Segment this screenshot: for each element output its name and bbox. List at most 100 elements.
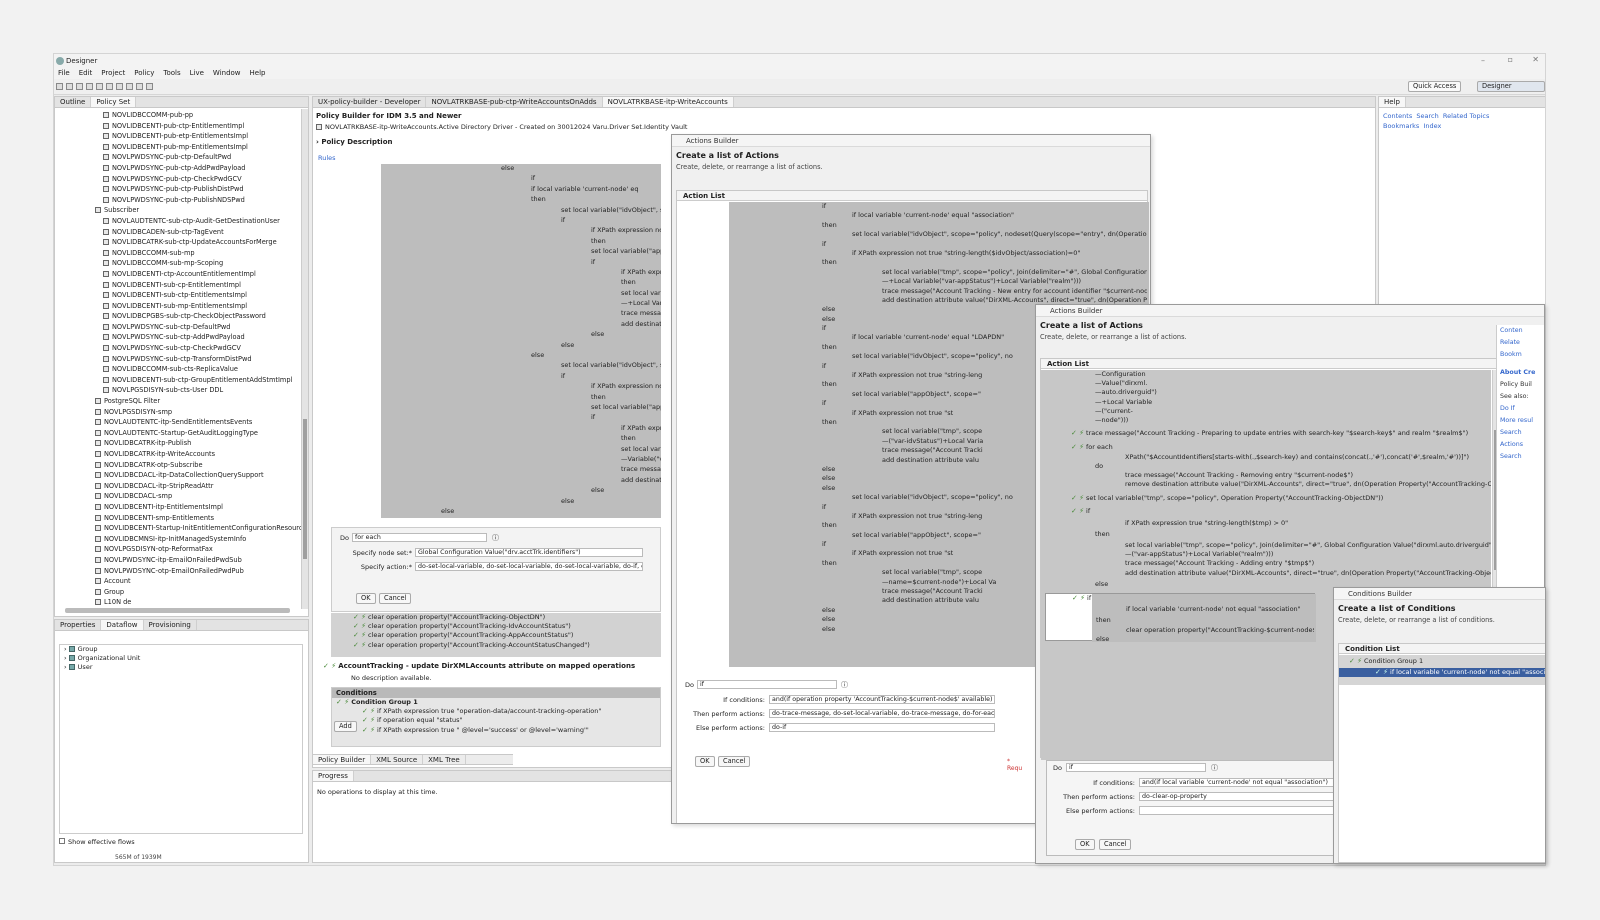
tree-item[interactable]: NOVLPWDSYNC-otp-EmailOnFailedPwdPub: [95, 566, 300, 577]
do-select[interactable]: for each: [352, 533, 487, 542]
action-line[interactable]: if XPath expression not true "string-len…: [677, 249, 1147, 258]
code-line[interactable]: if: [331, 258, 661, 268]
list-item[interactable]: ✓ ⚡ clear operation property("AccountTrac…: [331, 613, 661, 622]
tree-item[interactable]: NOVLIDBCCOMM-sub-mp-Scoping: [95, 258, 300, 269]
menu-live[interactable]: Live: [190, 68, 204, 79]
action-row[interactable]: ✓ ⚡ if: [1041, 507, 1491, 516]
else-actions-field[interactable]: [1139, 806, 1335, 815]
code-line[interactable]: set local variable("idvObject", sco: [331, 206, 661, 216]
condition-group[interactable]: ✓ ⚡ Condition Group 1: [332, 698, 660, 707]
code-line[interactable]: if XPath expres: [331, 268, 661, 278]
menu-project[interactable]: Project: [101, 68, 125, 79]
action-line[interactable]: —+Local Variable("var-appStatus")+Local …: [677, 277, 1147, 286]
tree-item[interactable]: NOVLPGSDISYN-smp: [95, 407, 300, 418]
tab-outline[interactable]: Outline: [55, 97, 92, 107]
tree-item[interactable]: NOVLIDBCENTI-itp-EntitlementsImpl: [95, 502, 300, 513]
do-select[interactable]: if: [697, 680, 837, 689]
ok-button[interactable]: OK: [695, 756, 715, 767]
tree-item[interactable]: NOVLIDBCCOMM-pub-pp: [95, 110, 300, 121]
list-item[interactable]: ✓ ⚡ clear operation property("AccountTrac…: [331, 631, 661, 640]
help-more-link[interactable]: More resul: [1500, 415, 1544, 427]
help-bookmarks-link[interactable]: Bookmarks: [1383, 122, 1419, 130]
tree-item[interactable]: NOVLIDBCENTI-sub-mp-EntitlementsImpl: [95, 301, 300, 312]
tree-item[interactable]: NOVLPWDSYNC-itp-EmailOnFailedPwdSub: [95, 555, 300, 566]
help-index-link[interactable]: Index: [1423, 122, 1441, 130]
tree-item[interactable]: NOVLPGSDISYN-sub-cts-User DDL: [95, 385, 300, 396]
if-conditions-field[interactable]: and(if operation property 'AccountTracki…: [769, 695, 995, 704]
tree-item[interactable]: NOVLIDBCATRK-otp-Subscribe: [95, 460, 300, 471]
help-contents-link[interactable]: Contents: [1383, 112, 1412, 120]
action-line[interactable]: if: [677, 240, 1147, 249]
code-line[interactable]: if: [331, 413, 661, 423]
forward-icon[interactable]: [146, 83, 153, 90]
else-actions-field[interactable]: do-if: [769, 723, 995, 732]
tree-item[interactable]: NOVLPWDSYNC-pub-ctp-PublishDistPwd: [95, 184, 300, 195]
tree-item[interactable]: NOVLPGSDISYN-otp-ReformatFax: [95, 544, 300, 555]
tab-progress[interactable]: Progress: [313, 771, 354, 781]
cancel-button[interactable]: Cancel: [718, 756, 751, 767]
tab-help[interactable]: Help: [1379, 97, 1406, 107]
code-line[interactable]: if: [331, 216, 661, 226]
menu-help[interactable]: Help: [250, 68, 266, 79]
tree-item[interactable]: Subscriber: [95, 205, 300, 216]
code-line[interactable]: else: [331, 351, 661, 361]
tree-item[interactable]: NOVLPWDSYNC-sub-ctp-CheckPwdGCV: [95, 343, 300, 354]
action-row[interactable]: ✓ ⚡ for each: [1041, 443, 1491, 452]
tree-item[interactable]: NOVLIDBCENTI-ctp-AccountEntitlementImpl: [95, 269, 300, 280]
tab-xml-source[interactable]: XML Source: [371, 755, 424, 764]
tree-item[interactable]: NOVLPWDSYNC-pub-ctp-CheckPwdGCV: [95, 174, 300, 185]
tree-item[interactable]: NOVLIDBCENTI-smp-Entitlements: [95, 513, 300, 524]
code-line[interactable]: add destinati: [331, 476, 661, 486]
list-item[interactable]: ✓ ⚡ if XPath expression true "operation-d…: [332, 707, 660, 716]
help-search-link[interactable]: Search: [1416, 112, 1438, 120]
tree-h-scrollbar[interactable]: [65, 608, 290, 613]
action-line[interactable]: if local variable 'current-node' equal "…: [677, 211, 1147, 220]
show-flows-checkbox[interactable]: Show effective flows: [59, 838, 135, 846]
condition-group[interactable]: ✓ ⚡ Condition Group 1: [1339, 657, 1545, 666]
print-icon[interactable]: [86, 83, 93, 90]
tree-item[interactable]: NOVLIDBCENTI-pub-mp-EntitlementsImpl: [95, 142, 300, 153]
save-all-icon[interactable]: [76, 83, 83, 90]
new-icon[interactable]: [56, 83, 63, 90]
action-line[interactable]: trace message("Account Tracking - New en…: [677, 287, 1147, 296]
selected-condition[interactable]: ✓ ⚡ if local variable 'current-node' not …: [1339, 668, 1545, 678]
tree-item[interactable]: NOVLIDBCENTI-sub-cp-EntitlementImpl: [95, 280, 300, 291]
tab-policy-builder[interactable]: Policy Builder: [313, 755, 372, 764]
code-line[interactable]: if: [331, 372, 661, 382]
action-line[interactable]: set local variable("idvObject", scope="p…: [677, 230, 1147, 239]
code-line[interactable]: else: [331, 164, 661, 174]
tree-item[interactable]: Account: [95, 576, 300, 587]
tab-writeaccounts[interactable]: NOVLATRKBASE-itp-WriteAccounts: [602, 97, 734, 107]
tree-item[interactable]: NOVLIDBCDACL-smp: [95, 491, 300, 502]
help-search-actions-link[interactable]: Search Actions: [1500, 427, 1544, 451]
list-item[interactable]: ✓ ⚡ clear operation property("AccountTrac…: [331, 641, 661, 650]
code-line[interactable]: —Variable("va: [331, 455, 661, 465]
tree-item[interactable]: NOVLPWDSYNC-pub-ctp-DefaultPwd: [95, 152, 300, 163]
tree-item[interactable]: PostgreSQL Filter: [95, 396, 300, 407]
redo-icon[interactable]: [116, 83, 123, 90]
tree-item[interactable]: NOVLIDBCATRK-sub-ctp-UpdateAccountsForMe…: [95, 237, 300, 248]
tab-ux-policy[interactable]: UX-policy-builder - Developer: [313, 97, 427, 107]
code-line[interactable]: if XPath expres: [331, 424, 661, 434]
cancel-button[interactable]: Cancel: [1099, 839, 1132, 850]
tab-writeaccountsonadds[interactable]: NOVLATRKBASE-pub-ctp-WriteAccountsOnAdds: [426, 97, 603, 107]
code-line[interactable]: else: [331, 507, 661, 517]
code-line[interactable]: else: [331, 341, 661, 351]
code-line[interactable]: if local variable 'current-node' eq: [331, 185, 661, 195]
help-search-link[interactable]: Search: [1500, 451, 1544, 463]
code-line[interactable]: —+Local Varia: [331, 299, 661, 309]
list-item[interactable]: ✓ ⚡ if XPath expression true " @level='su…: [332, 726, 660, 735]
tree-item[interactable]: NOVLIDBCENTI-Startup-InitEntitlementConf…: [95, 523, 307, 534]
tree-item[interactable]: NOVLAUDTENTC-Startup-GetAuditLoggingType: [95, 428, 300, 439]
help-contents-link[interactable]: Conten: [1500, 325, 1544, 337]
code-line[interactable]: then: [331, 195, 661, 205]
code-line[interactable]: then: [331, 393, 661, 403]
code-line[interactable]: add destinati: [331, 320, 661, 330]
code-line[interactable]: set local variat: [331, 445, 661, 455]
tree-item[interactable]: NOVLIDBCENTI-sub-ctp-EntitlementsImpl: [95, 290, 300, 301]
undo-icon[interactable]: [106, 83, 113, 90]
tree-item[interactable]: NOVLPWDSYNC-sub-ctp-TransformDistPwd: [95, 354, 300, 365]
tree-item[interactable]: NOVLIDBCCOMM-sub-cts-ReplicaValue: [95, 364, 300, 375]
action-line[interactable]: then: [677, 258, 1147, 267]
tree-item[interactable]: NOVLIDBCADEN-sub-ctp-TagEvent: [95, 227, 300, 238]
